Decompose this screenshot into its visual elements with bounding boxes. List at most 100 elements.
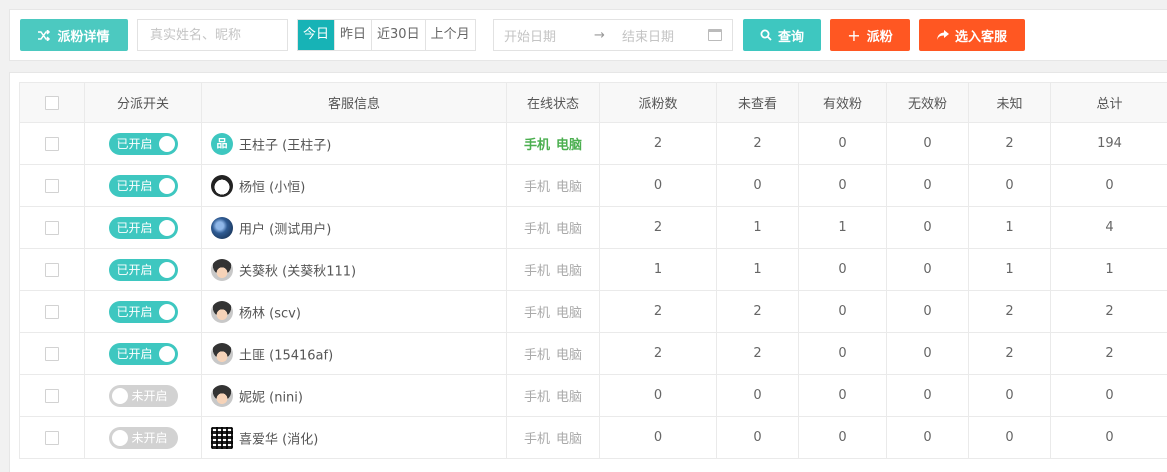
unviewed-count: 2 bbox=[716, 290, 799, 333]
select-agents-button[interactable]: 选入客服 bbox=[919, 19, 1025, 51]
start-date-field[interactable]: 开始日期 bbox=[504, 26, 594, 45]
agent-name: 用户 (测试用户) bbox=[239, 222, 332, 237]
row-checkbox[interactable] bbox=[45, 178, 59, 193]
agent-info-cell: 土匪 (15416af) bbox=[201, 332, 507, 375]
header-valid[interactable]: 有效粉 bbox=[798, 82, 887, 123]
header-online-status[interactable]: 在线状态 bbox=[506, 82, 600, 123]
table-row: 已开启 杨林 (scv) 手机 电脑 2 2 0 0 2 2 bbox=[19, 290, 1167, 333]
dispatch-switch[interactable]: 已开启 bbox=[108, 174, 178, 197]
online-status-cell: 手机 电脑 bbox=[506, 164, 600, 207]
switch-cell: 已开启 bbox=[84, 164, 202, 207]
tab-today[interactable]: 今日 bbox=[298, 20, 335, 50]
header-unviewed[interactable]: 未查看 bbox=[716, 82, 799, 123]
query-button[interactable]: 查询 bbox=[743, 19, 821, 51]
mobile-status: 手机 bbox=[523, 180, 550, 195]
invalid-count: 0 bbox=[886, 122, 969, 165]
table-row: 已开启 土匪 (15416af) 手机 电脑 2 2 0 0 2 2 bbox=[19, 332, 1167, 375]
table-row: 未开启 喜爱华 (消化) 手机 电脑 0 0 0 0 0 0 bbox=[19, 416, 1167, 459]
dispatch-detail-button[interactable]: 派粉详情 bbox=[20, 19, 128, 51]
agent-table-body: 已开启品王柱子 (王柱子) 手机 电脑 2 2 0 0 2 194 已开启 杨恒 (小恒) 手机 电脑 0… bbox=[19, 122, 1167, 459]
row-checkbox[interactable] bbox=[45, 262, 59, 277]
row-checkbox[interactable] bbox=[45, 220, 59, 235]
agent-info-cell: 杨恒 (小恒) bbox=[201, 164, 507, 207]
dispatch-switch[interactable]: 已开启 bbox=[108, 258, 178, 281]
dispatch-switch[interactable]: 已开启 bbox=[108, 216, 178, 239]
online-status-cell: 手机 电脑 bbox=[506, 122, 600, 165]
online-status-cell: 手机 电脑 bbox=[506, 248, 600, 291]
switch-label: 未开启 bbox=[131, 431, 168, 445]
valid-count: 0 bbox=[798, 374, 887, 417]
switch-label: 已开启 bbox=[116, 305, 153, 319]
share-arrow-icon bbox=[936, 30, 949, 40]
row-checkbox[interactable] bbox=[45, 430, 59, 445]
tab-yesterday[interactable]: 昨日 bbox=[334, 20, 372, 50]
dispatch-switch[interactable]: 已开启 bbox=[108, 342, 178, 365]
switch-cell: 未开启 bbox=[84, 374, 202, 417]
avatar bbox=[211, 384, 233, 407]
switch-knob bbox=[158, 219, 175, 236]
date-range-picker[interactable]: 开始日期 → 结束日期 bbox=[493, 19, 733, 51]
row-checkbox[interactable] bbox=[45, 304, 59, 319]
dispatch-fans-button[interactable]: + 派粉 bbox=[830, 19, 910, 51]
unknown-count: 2 bbox=[968, 122, 1051, 165]
name-search-input[interactable] bbox=[137, 19, 288, 51]
row-checkbox[interactable] bbox=[45, 346, 59, 361]
total-count: 2 bbox=[1050, 290, 1167, 333]
avatar bbox=[211, 426, 233, 449]
switch-cell: 已开启 bbox=[84, 332, 202, 375]
select-all-checkbox[interactable] bbox=[45, 95, 59, 110]
row-select-cell bbox=[19, 290, 85, 333]
header-agent-info[interactable]: 客服信息 bbox=[201, 82, 507, 123]
unknown-count: 0 bbox=[968, 416, 1051, 459]
header-invalid[interactable]: 无效粉 bbox=[886, 82, 969, 123]
tab-last-30-days[interactable]: 近30日 bbox=[371, 20, 425, 50]
row-select-cell bbox=[19, 416, 85, 459]
avatar: 品 bbox=[211, 132, 233, 155]
dispatched-count: 2 bbox=[599, 290, 717, 333]
row-select-cell bbox=[19, 122, 85, 165]
mobile-status: 手机 bbox=[523, 222, 550, 237]
avatar bbox=[211, 300, 233, 323]
dispatch-switch[interactable]: 未开启 bbox=[108, 384, 178, 407]
shuffle-icon bbox=[38, 29, 51, 41]
pc-status: 电脑 bbox=[556, 432, 583, 447]
valid-count: 0 bbox=[798, 290, 887, 333]
unviewed-count: 1 bbox=[716, 206, 799, 249]
switch-label: 已开启 bbox=[116, 347, 153, 361]
agent-name: 妮妮 (nini) bbox=[239, 390, 303, 405]
switch-cell: 已开启 bbox=[84, 206, 202, 249]
end-date-field[interactable]: 结束日期 bbox=[622, 26, 708, 45]
valid-count: 0 bbox=[798, 332, 887, 375]
header-unknown[interactable]: 未知 bbox=[968, 82, 1051, 123]
header-dispatched[interactable]: 派粉数 bbox=[599, 82, 717, 123]
header-total[interactable]: 总计 bbox=[1050, 82, 1167, 123]
switch-knob bbox=[111, 387, 128, 404]
online-status-cell: 手机 电脑 bbox=[506, 416, 600, 459]
row-checkbox[interactable] bbox=[45, 388, 59, 403]
search-icon bbox=[760, 29, 772, 41]
switch-knob bbox=[158, 261, 175, 278]
invalid-count: 0 bbox=[886, 206, 969, 249]
header-dispatch-switch[interactable]: 分派开关 bbox=[84, 82, 202, 123]
unviewed-count: 2 bbox=[716, 122, 799, 165]
invalid-count: 0 bbox=[886, 416, 969, 459]
invalid-count: 0 bbox=[886, 164, 969, 207]
agent-info-cell: 品王柱子 (王柱子) bbox=[201, 122, 507, 165]
dispatched-count: 2 bbox=[599, 122, 717, 165]
dispatched-count: 0 bbox=[599, 416, 717, 459]
dispatch-switch[interactable]: 已开启 bbox=[108, 300, 178, 323]
table-row: 已开启 用户 (测试用户) 手机 电脑 2 1 1 0 1 4 bbox=[19, 206, 1167, 249]
dispatch-switch[interactable]: 已开启 bbox=[108, 132, 178, 155]
valid-count: 0 bbox=[798, 164, 887, 207]
dispatch-switch[interactable]: 未开启 bbox=[108, 426, 178, 449]
online-status-cell: 手机 电脑 bbox=[506, 206, 600, 249]
row-checkbox[interactable] bbox=[45, 136, 59, 151]
tab-last-month[interactable]: 上个月 bbox=[424, 20, 475, 50]
valid-count: 0 bbox=[798, 122, 887, 165]
table-row: 已开启 杨恒 (小恒) 手机 电脑 0 0 0 0 0 0 bbox=[19, 164, 1167, 207]
dispatch-detail-label: 派粉详情 bbox=[57, 29, 110, 45]
switch-cell: 未开启 bbox=[84, 416, 202, 459]
total-count: 0 bbox=[1050, 164, 1167, 207]
switch-cell: 已开启 bbox=[84, 248, 202, 291]
select-all-cell bbox=[19, 82, 85, 123]
